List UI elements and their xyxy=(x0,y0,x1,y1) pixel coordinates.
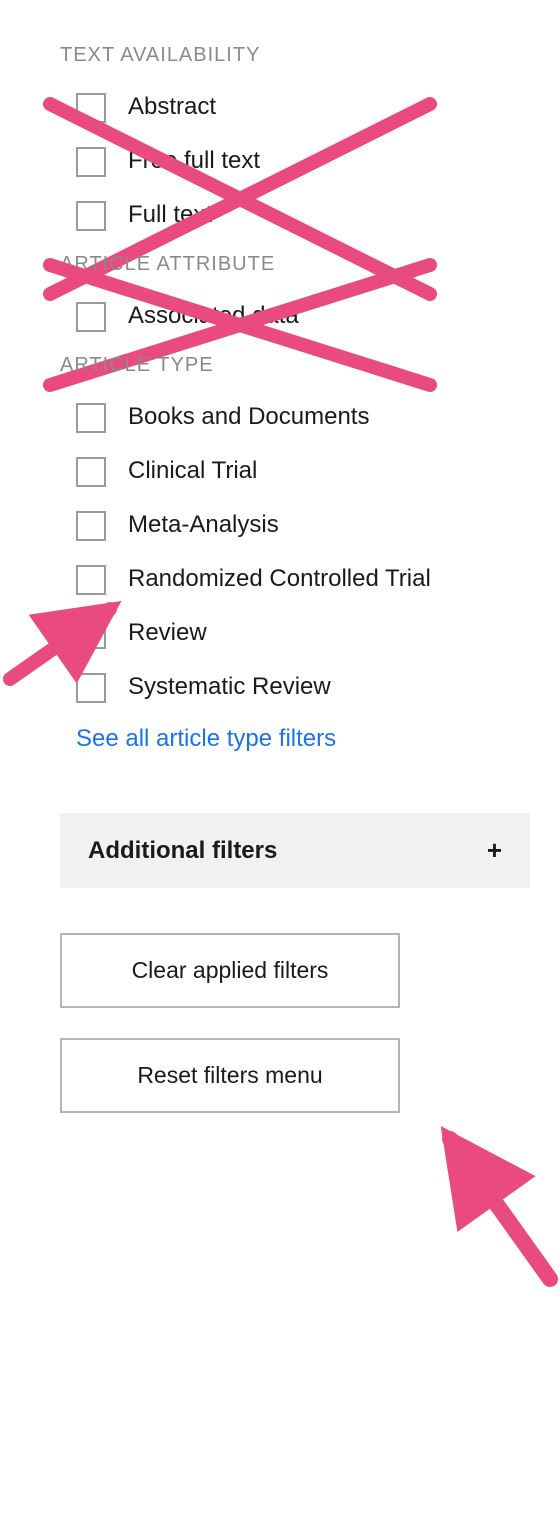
plus-icon: + xyxy=(487,835,502,866)
article-attribute-header: ARTICLE ATTRIBUTE xyxy=(60,253,530,276)
label-associated-data: Associated data xyxy=(128,300,299,331)
filter-row-meta-analysis[interactable]: Meta-Analysis xyxy=(60,509,530,541)
checkbox-clinical-trial[interactable] xyxy=(76,457,106,487)
label-books-documents: Books and Documents xyxy=(128,401,369,432)
checkbox-review[interactable] xyxy=(76,619,106,649)
checkbox-associated-data[interactable] xyxy=(76,302,106,332)
filter-row-books-documents[interactable]: Books and Documents xyxy=(60,401,530,433)
label-full-text: Full text xyxy=(128,199,212,230)
label-systematic-review: Systematic Review xyxy=(128,671,331,702)
additional-filters-button[interactable]: Additional filters + xyxy=(60,813,530,888)
text-availability-header: TEXT AVAILABILITY xyxy=(60,44,530,67)
checkbox-full-text[interactable] xyxy=(76,201,106,231)
filter-group-text-availability: TEXT AVAILABILITY Abstract Free full tex… xyxy=(60,44,530,231)
arrow-annotation-additional-filters xyxy=(420,1119,560,1289)
checkbox-rct[interactable] xyxy=(76,565,106,595)
filter-row-rct[interactable]: Randomized Controlled Trial xyxy=(60,563,530,595)
filter-row-systematic-review[interactable]: Systematic Review xyxy=(60,671,530,703)
checkbox-systematic-review[interactable] xyxy=(76,673,106,703)
label-meta-analysis: Meta-Analysis xyxy=(128,509,279,540)
label-abstract: Abstract xyxy=(128,91,216,122)
label-clinical-trial: Clinical Trial xyxy=(128,455,257,486)
label-review: Review xyxy=(128,617,207,648)
filter-row-associated-data[interactable]: Associated data xyxy=(60,300,530,332)
see-all-article-type-link[interactable]: See all article type filters xyxy=(60,725,530,753)
action-buttons-group: Clear applied filters Reset filters menu xyxy=(60,933,530,1113)
label-free-full-text: Free full text xyxy=(128,145,260,176)
checkbox-meta-analysis[interactable] xyxy=(76,511,106,541)
filter-group-article-type: ARTICLE TYPE Books and Documents Clinica… xyxy=(60,354,530,753)
filter-row-full-text[interactable]: Full text xyxy=(60,199,530,231)
checkbox-books-documents[interactable] xyxy=(76,403,106,433)
filter-row-abstract[interactable]: Abstract xyxy=(60,91,530,123)
filter-row-free-full-text[interactable]: Free full text xyxy=(60,145,530,177)
clear-applied-filters-button[interactable]: Clear applied filters xyxy=(60,933,400,1008)
additional-filters-label: Additional filters xyxy=(88,837,277,865)
reset-filters-menu-button[interactable]: Reset filters menu xyxy=(60,1038,400,1113)
checkbox-abstract[interactable] xyxy=(76,93,106,123)
filter-row-clinical-trial[interactable]: Clinical Trial xyxy=(60,455,530,487)
article-type-header: ARTICLE TYPE xyxy=(60,354,530,377)
filter-group-article-attribute: ARTICLE ATTRIBUTE Associated data xyxy=(60,253,530,332)
filter-row-review[interactable]: Review xyxy=(60,617,530,649)
label-rct: Randomized Controlled Trial xyxy=(128,563,431,594)
checkbox-free-full-text[interactable] xyxy=(76,147,106,177)
